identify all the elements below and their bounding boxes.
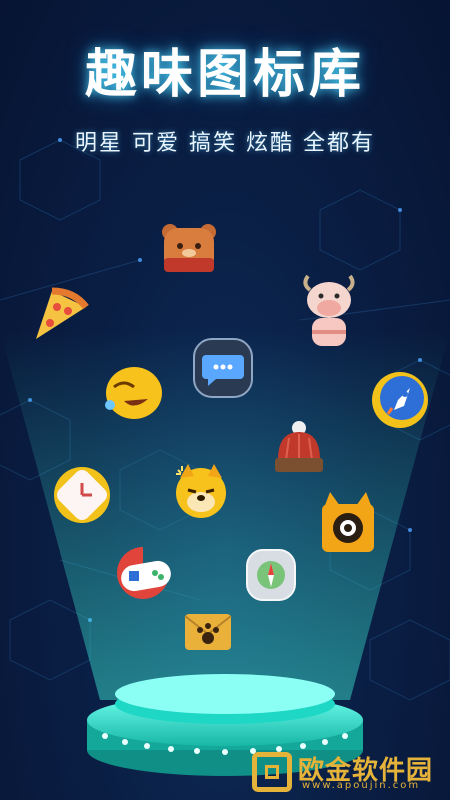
cow-icon[interactable] <box>298 270 360 354</box>
chat-bubble-icon[interactable] <box>192 337 254 399</box>
gamepad-icon[interactable] <box>113 543 175 603</box>
watermark-logo-icon <box>252 752 292 792</box>
paw-envelope-icon[interactable] <box>183 612 233 652</box>
watermark: 欧金软件园 www.apoujin.com <box>252 752 442 794</box>
rocket-icon[interactable] <box>370 370 430 430</box>
pizza-icon[interactable] <box>30 285 90 343</box>
laughing-emoji-icon[interactable] <box>100 365 164 421</box>
clock-icon[interactable] <box>52 465 112 527</box>
bear-icon[interactable] <box>160 222 218 274</box>
page-subtitle: 明星 可爱 搞笑 炫酷 全都有 <box>75 131 375 156</box>
watermark-url: www.apoujin.com <box>302 780 421 791</box>
doge-icon[interactable] <box>172 462 230 520</box>
page-title: 趣味图标库 <box>84 45 365 105</box>
knit-hat-icon[interactable] <box>272 420 326 476</box>
compass-icon[interactable] <box>245 548 297 602</box>
camera-cat-icon[interactable] <box>318 490 378 556</box>
